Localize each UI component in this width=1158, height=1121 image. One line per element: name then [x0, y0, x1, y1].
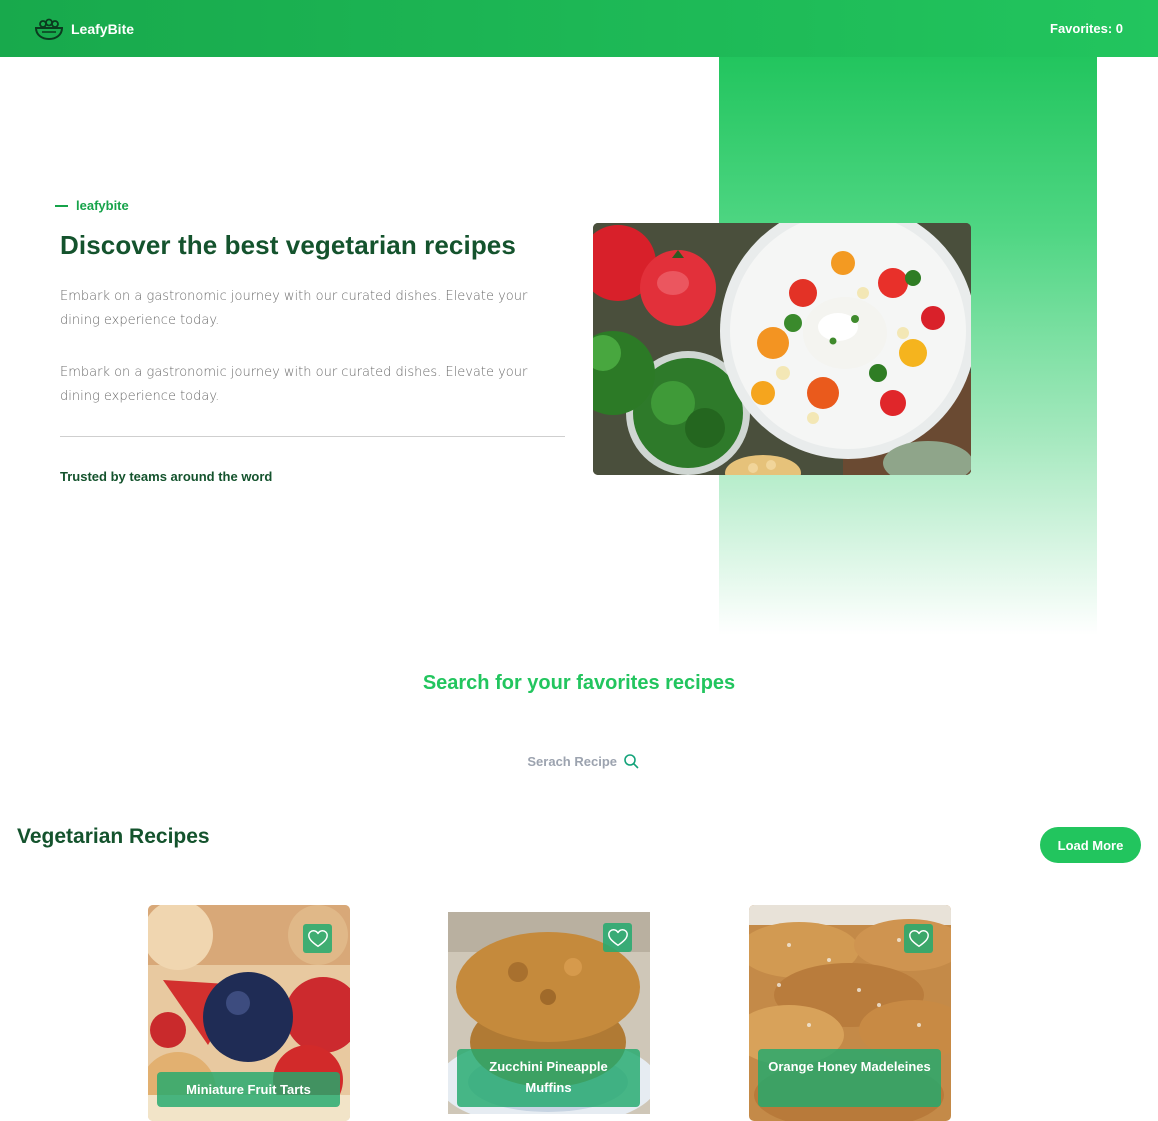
search-icon[interactable] — [623, 753, 639, 769]
eyebrow-text: leafybite — [76, 198, 129, 213]
search-box — [500, 748, 660, 774]
hero-paragraph-1: Embark on a gastronomic journey with our… — [60, 289, 528, 328]
heart-icon — [607, 928, 628, 946]
hero-paragraph-2: Embark on a gastronomic journey with our… — [60, 365, 528, 404]
hero-eyebrow: leafybite — [55, 198, 129, 213]
search-input[interactable] — [521, 753, 617, 769]
favorite-button[interactable] — [303, 924, 332, 953]
hero-divider — [60, 436, 565, 437]
brand-logo-link[interactable]: LeafyBite — [34, 18, 134, 40]
recipe-name: Zucchini Pineapple Muffins — [457, 1049, 640, 1107]
salad-bowl-icon — [34, 18, 64, 40]
recipe-name: Orange Honey Madeleines — [758, 1049, 941, 1107]
top-navbar: LeafyBite Favorites: 0 — [0, 0, 1158, 57]
favorites-counter[interactable]: Favorites: 0 — [1050, 21, 1123, 36]
recipes-section-title: Vegetarian Recipes — [17, 825, 210, 848]
load-more-button[interactable]: Load More — [1040, 827, 1141, 863]
brand-name: LeafyBite — [71, 20, 135, 37]
heart-icon — [908, 929, 929, 947]
heart-icon — [307, 929, 328, 947]
recipe-card[interactable]: Orange Honey Madeleines — [749, 905, 951, 1121]
salad-illustration — [593, 223, 971, 475]
hero-title: Discover the best vegetarian recipes — [60, 230, 516, 260]
trusted-text: Trusted by teams around the word — [60, 469, 273, 484]
recipe-card[interactable]: Miniature Fruit Tarts — [148, 905, 350, 1121]
recipe-card[interactable]: Zucchini Pineapple Muffins — [448, 912, 650, 1114]
recipe-name: Miniature Fruit Tarts — [157, 1072, 340, 1107]
favorite-button[interactable] — [904, 924, 933, 953]
favorite-button[interactable] — [603, 923, 632, 952]
search-section-title: Search for your favorites recipes — [422, 672, 736, 694]
hero-salad-image — [593, 223, 971, 475]
eyebrow-dash — [55, 204, 68, 207]
